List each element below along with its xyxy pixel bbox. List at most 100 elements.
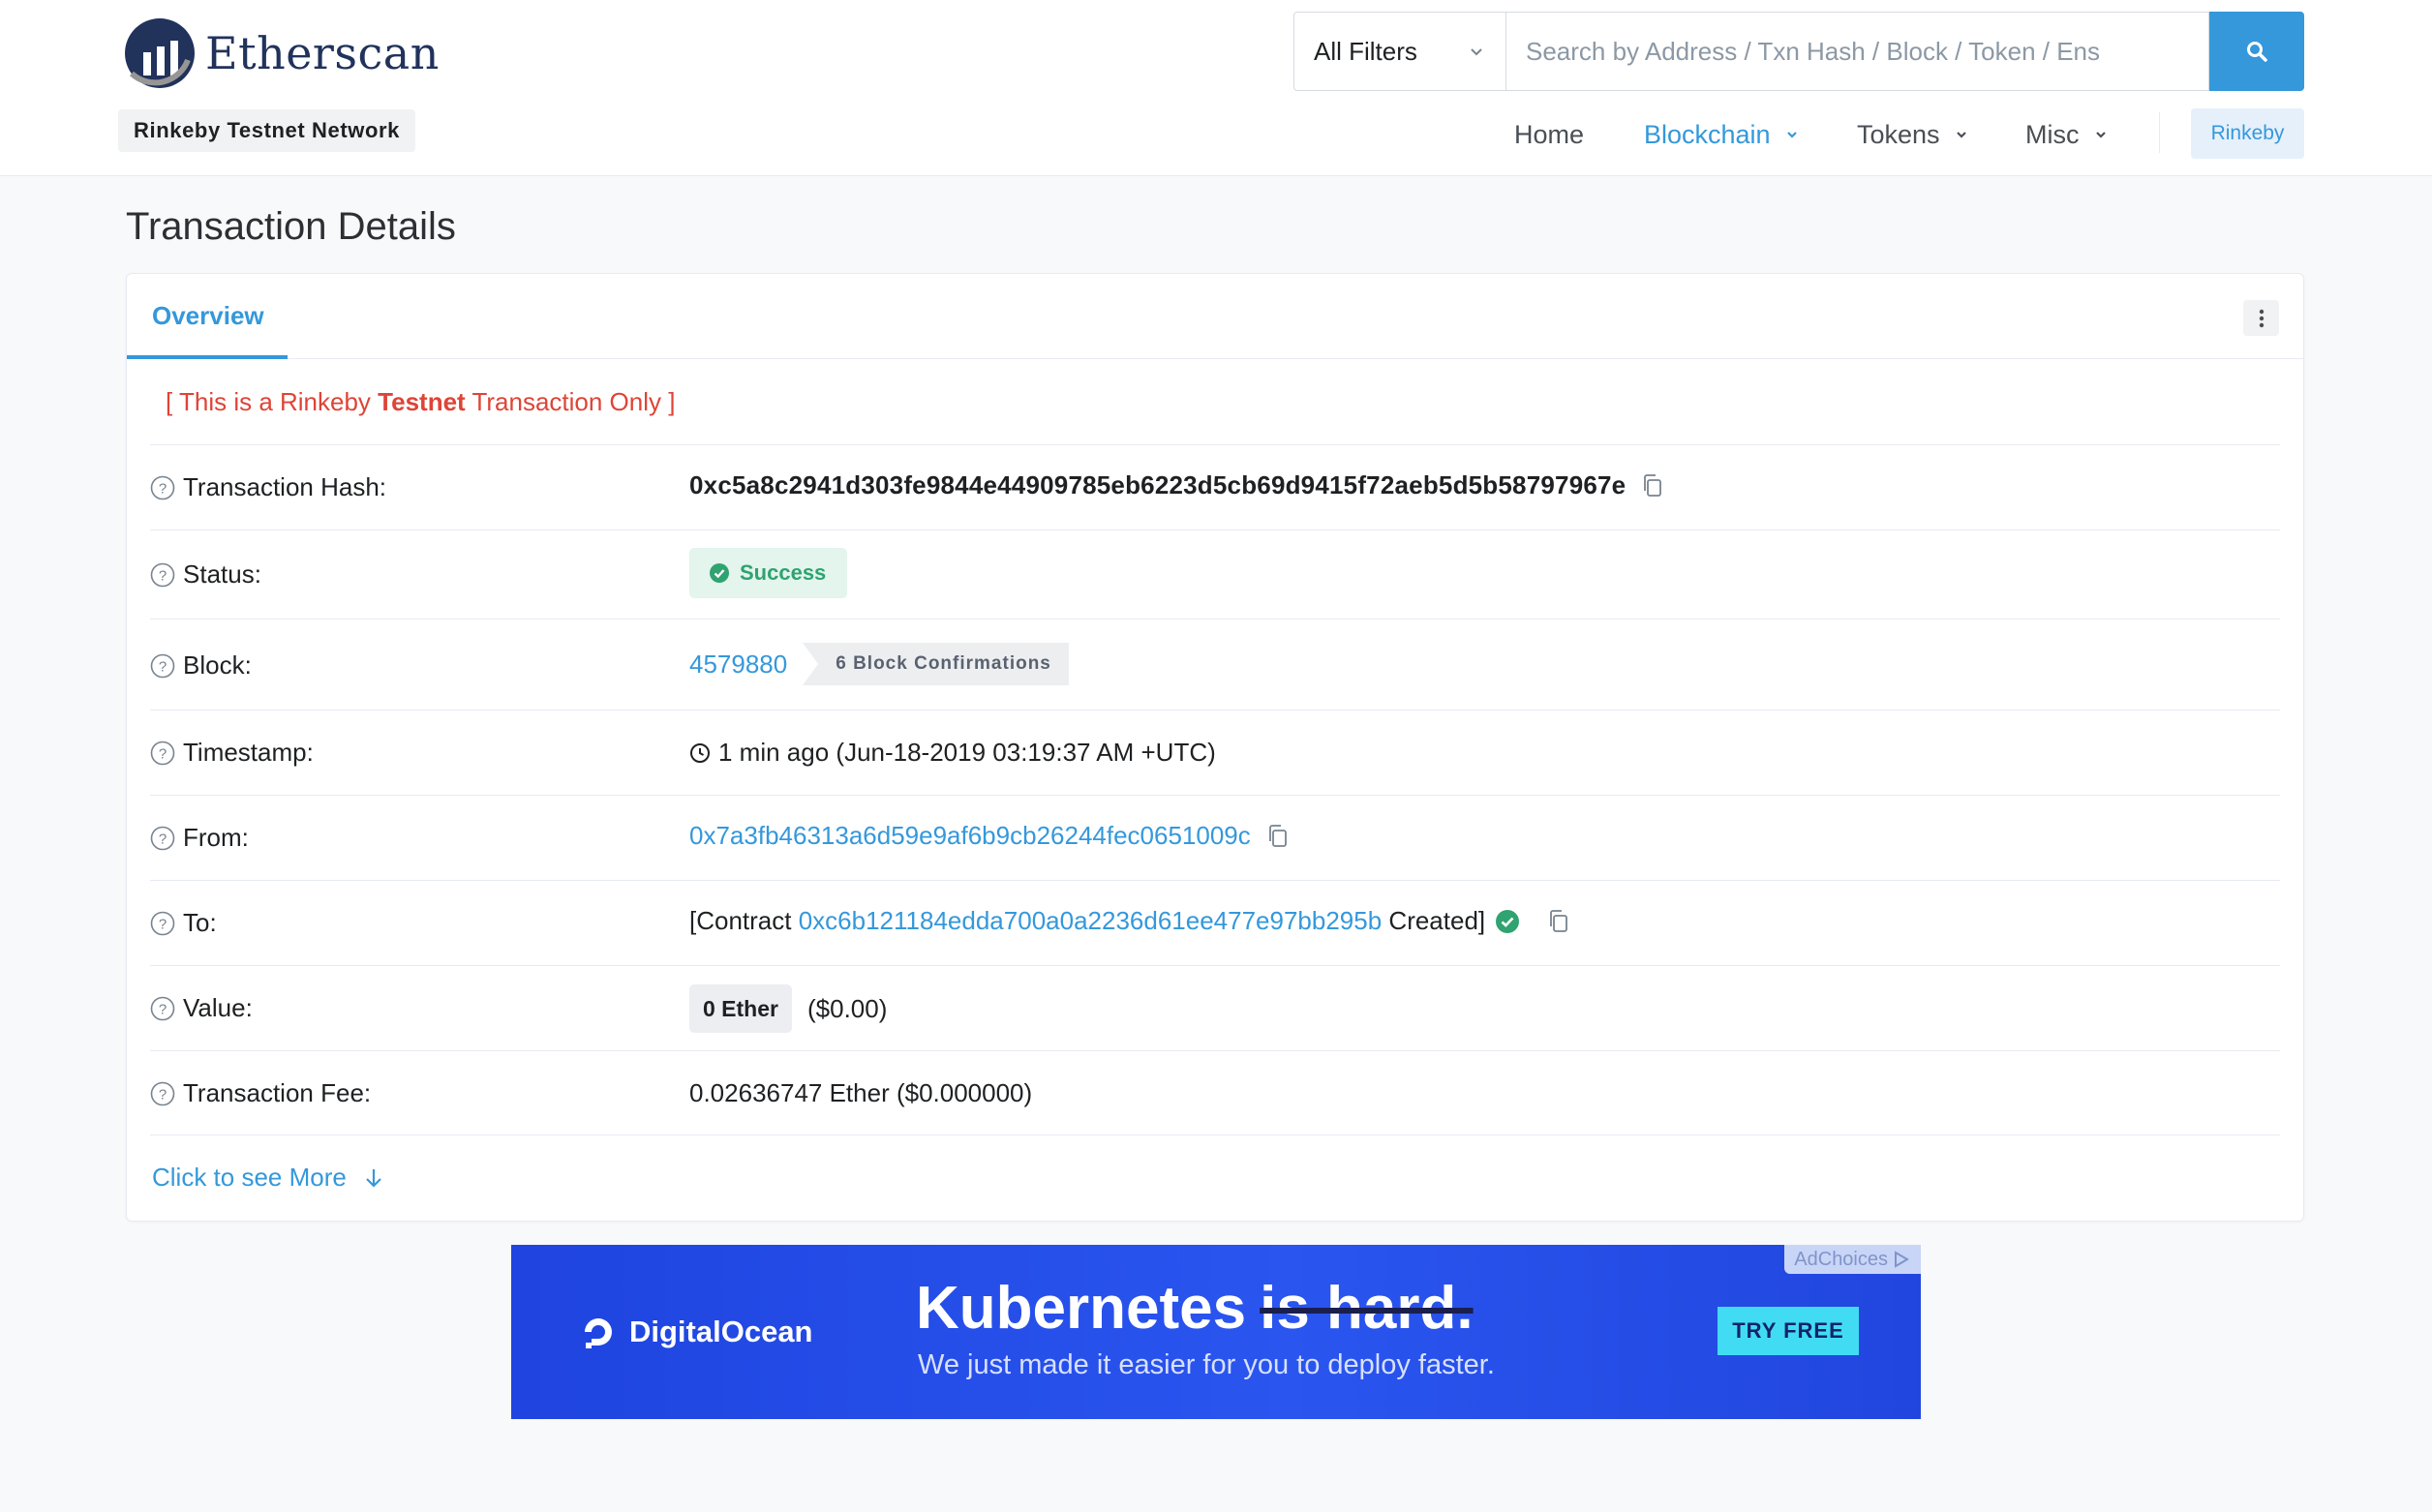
status-label: Status: (183, 559, 261, 589)
row-label: ? Status: (150, 559, 261, 590)
network-badge: Rinkeby Testnet Network (118, 109, 416, 152)
block-label: Block: (183, 650, 252, 680)
question-circle-icon[interactable]: ? (150, 475, 175, 500)
svg-text:?: ? (159, 567, 167, 584)
svg-text:?: ? (159, 1001, 167, 1017)
question-circle-icon[interactable]: ? (150, 826, 175, 851)
chevron-down-icon (1786, 132, 1797, 138)
svg-text:?: ? (159, 1086, 167, 1103)
svg-text:?: ? (159, 831, 167, 847)
search-filter-label: All Filters (1314, 36, 1417, 66)
chevron-down-icon (2095, 132, 2106, 138)
nav-blockchain[interactable]: Blockchain (1644, 110, 1800, 159)
ad-brand: DigitalOcean (629, 1315, 813, 1348)
from-address-link[interactable]: 0x7a3fb46313a6d59e9af6b9cb26244fec065100… (689, 821, 1251, 851)
etherscan-logo[interactable]: Etherscan (124, 17, 440, 89)
row-value: Success (689, 548, 848, 598)
row-timestamp: ? Timestamp: 1 min ago (Jun-18-2019 03:1… (150, 710, 2280, 795)
digitalocean-logo: DigitalOcean (579, 1313, 813, 1351)
row-value: 0xc5a8c2941d303fe9844e44909785eb6223d5cb… (689, 470, 1664, 500)
ad-headline: Kubernetes is hard. (916, 1274, 1474, 1343)
logo-text: Etherscan (205, 27, 440, 79)
ad-choices-badge[interactable]: AdChoices (1784, 1245, 1921, 1274)
nav-tokens-label: Tokens (1857, 119, 1940, 149)
value-label: Value: (183, 993, 253, 1022)
network-switch-button[interactable]: Rinkeby (2191, 108, 2304, 159)
search-icon (2247, 42, 2267, 62)
ad-choices-label: AdChoices (1794, 1248, 1888, 1270)
search-filter-select[interactable]: All Filters (1293, 12, 1505, 91)
question-circle-icon[interactable]: ? (150, 911, 175, 936)
status-badge: Success (689, 548, 848, 598)
nav-divider (2159, 112, 2160, 153)
tab-overview[interactable]: Overview (152, 301, 264, 331)
question-circle-icon[interactable]: ? (150, 653, 175, 679)
row-value-amount: ? Value: 0 Ether ($0.00) (150, 965, 2280, 1050)
chevron-down-icon (1471, 48, 1482, 56)
card-tabs: Overview (127, 274, 2303, 359)
row-block: ? Block: 4579880 6 Block Confirmations (150, 619, 2280, 710)
nav-home-label: Home (1514, 119, 1585, 149)
check-circle-icon (710, 563, 729, 583)
row-from: ? From: 0x7a3fb46313a6d59e9af6b9cb26244f… (150, 795, 2280, 880)
copy-icon[interactable] (1641, 473, 1664, 499)
notice-bold: Testnet (378, 387, 466, 416)
row-value: 0.02636747 Ether ($0.000000) (689, 1078, 1032, 1108)
row-transaction-hash: ? Transaction Hash: 0xc5a8c2941d303fe984… (150, 444, 2280, 529)
block-confirmations-badge: 6 Block Confirmations (803, 643, 1069, 685)
row-label: ? Timestamp: (150, 738, 314, 768)
svg-text:?: ? (159, 745, 167, 762)
notice-prefix: [ This is a Rinkeby (166, 387, 379, 416)
adchoices-icon (1895, 1251, 1909, 1268)
more-options-button[interactable] (2243, 300, 2279, 336)
search-button[interactable] (2209, 12, 2304, 91)
row-label: ? Block: (150, 650, 252, 680)
see-more-link[interactable]: Click to see More (152, 1163, 383, 1193)
nav-tokens[interactable]: Tokens (1857, 110, 1969, 159)
row-transaction-fee: ? Transaction Fee: 0.02636747 Ether ($0.… (150, 1050, 2280, 1135)
row-to: ? To: [Contract 0xc6b121184edda700a0a223… (150, 880, 2280, 965)
block-number-link[interactable]: 4579880 (689, 650, 787, 680)
question-circle-icon[interactable]: ? (150, 996, 175, 1021)
copy-icon[interactable] (1547, 909, 1570, 934)
transaction-hash-label: Transaction Hash: (183, 472, 387, 501)
svg-text:?: ? (159, 658, 167, 675)
verified-check-icon (1496, 909, 1520, 933)
page-title: Transaction Details (126, 205, 456, 248)
arrow-down-icon (366, 1168, 381, 1188)
timestamp-value: 1 min ago (Jun-18-2019 03:19:37 AM +UTC) (718, 738, 1216, 767)
timestamp-label: Timestamp: (183, 738, 314, 767)
row-label: ? From: (150, 823, 249, 853)
etherscan-logo-icon (125, 18, 195, 88)
svg-text:?: ? (159, 916, 167, 932)
contract-address-link[interactable]: 0xc6b121184edda700a0a2236d61ee477e97bb29… (799, 906, 1382, 936)
ad-headline-main: Kubernetes (916, 1275, 1247, 1342)
copy-icon[interactable] (1266, 824, 1290, 849)
search-input[interactable] (1505, 12, 2209, 91)
nav-misc-label: Misc (2025, 119, 2080, 149)
status-value: Success (740, 560, 827, 585)
ad-subline: We just made it easier for you to deploy… (918, 1349, 1495, 1380)
testnet-notice: [ This is a Rinkeby Testnet Transaction … (166, 387, 675, 417)
row-label: ? Value: (150, 993, 253, 1023)
question-circle-icon[interactable]: ? (150, 562, 175, 588)
row-label: ? Transaction Fee: (150, 1078, 371, 1108)
question-circle-icon[interactable]: ? (150, 741, 175, 766)
row-label: ? Transaction Hash: (150, 472, 386, 502)
transaction-fee-label: Transaction Fee: (183, 1078, 372, 1107)
to-label: To: (183, 908, 217, 937)
row-value: 4579880 6 Block Confirmations (689, 643, 1069, 685)
from-label: From: (183, 823, 249, 852)
nav-home[interactable]: Home (1514, 110, 1584, 159)
ad-try-free-button[interactable]: TRY FREE (1718, 1307, 1859, 1355)
question-circle-icon[interactable]: ? (150, 1081, 175, 1106)
transaction-fee-value: 0.02636747 Ether ($0.000000) (689, 1078, 1033, 1107)
value-usd: ($0.00) (806, 993, 888, 1023)
ad-headline-strike: is hard. (1260, 1275, 1474, 1342)
site-header: Etherscan Rinkeby Testnet Network All Fi… (0, 0, 2432, 176)
more-vertical-icon (2259, 309, 2264, 327)
nav-misc[interactable]: Misc (2025, 110, 2109, 159)
nav-blockchain-label: Blockchain (1644, 119, 1771, 149)
ad-banner[interactable]: AdChoices DigitalOcean Kubernetes is hard… (511, 1245, 1921, 1419)
to-suffix: Created] (1382, 906, 1486, 935)
